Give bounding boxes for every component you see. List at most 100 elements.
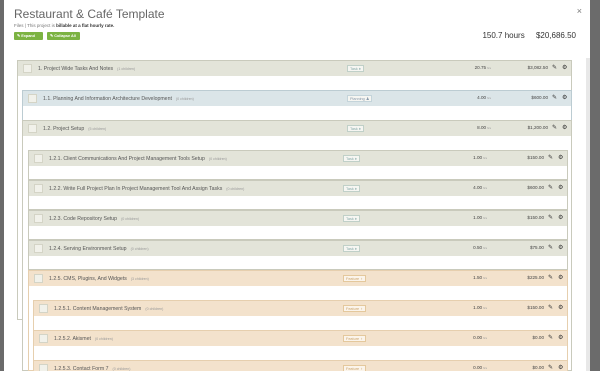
row-checkbox[interactable]: [34, 214, 43, 223]
task-row-header[interactable]: 1.1. Planning And Information Architectu…: [23, 91, 571, 106]
hours-unit: hrs: [483, 306, 487, 310]
task-row-header[interactable]: 1.2.5.3. Contact Form 7 (0 children) Featu…: [34, 361, 567, 371]
subtitle-bold: billable at a flat hourly rate.: [56, 23, 115, 28]
type-icon: ♦: [354, 157, 357, 161]
task-row-header[interactable]: 1.2.2. Write Full Project Plan In Projec…: [29, 181, 567, 196]
children-count: (0 children): [145, 306, 164, 311]
edit-icon[interactable]: ✎: [548, 304, 553, 313]
gear-icon[interactable]: ⚙: [562, 64, 567, 73]
task-row-header[interactable]: 1.2.5.2. Akismet (0 children) Feature ♀ 0.0…: [34, 331, 567, 346]
type-label: Feature: [346, 367, 360, 371]
row-checkbox[interactable]: [23, 64, 32, 73]
type-icon: ♦: [354, 217, 357, 221]
task-row-body: [29, 256, 567, 269]
row-checkbox[interactable]: [34, 154, 43, 163]
row-checkbox[interactable]: [34, 274, 43, 283]
children-count: (0 children): [121, 216, 140, 221]
hours-value: 0.50: [473, 245, 483, 250]
gear-icon[interactable]: ⚙: [562, 94, 567, 103]
task-row-header[interactable]: 1.2.3. Code Repository Setup (0 children)…: [29, 211, 567, 226]
edit-icon[interactable]: ✎: [548, 154, 553, 163]
task-hours: 0.00hrs: [457, 365, 487, 370]
task-hours: 4.00hrs: [457, 185, 487, 190]
task-cost: $75.00: [529, 245, 544, 250]
type-badge: Feature ♀: [343, 365, 367, 371]
gear-icon[interactable]: ⚙: [562, 124, 567, 133]
row-checkbox[interactable]: [28, 124, 37, 133]
task-hours: 1.50hrs: [457, 275, 487, 280]
task-row: 1.2.2. Write Full Project Plan In Projec…: [28, 180, 568, 210]
type-icon: ♦: [358, 67, 361, 71]
task-row-header[interactable]: 1.2.5.1. Content Management System (0 chi…: [34, 301, 567, 316]
gear-icon[interactable]: ⚙: [558, 214, 563, 223]
modal-title: Restaurant & Café Template: [14, 7, 165, 21]
row-checkbox[interactable]: [39, 364, 48, 371]
hours-unit: hrs: [483, 366, 487, 370]
edit-icon[interactable]: ✎: [548, 274, 553, 283]
row-checkbox[interactable]: [34, 244, 43, 253]
hours-value: 1.00: [473, 155, 483, 160]
children-count: (1 children): [117, 66, 136, 71]
row-checkbox[interactable]: [39, 304, 48, 313]
edit-icon[interactable]: ✎: [548, 184, 553, 193]
task-hours: 4.00hrs: [461, 95, 491, 100]
task-name: 1.2. Project Setup: [43, 125, 85, 132]
edit-icon[interactable]: ✎: [548, 244, 553, 253]
children-count: (0 children): [226, 186, 245, 191]
task-row-header[interactable]: 1.2. Project Setup (5 children) Task ♦ 8.00…: [23, 121, 571, 136]
type-label: Feature: [346, 277, 360, 281]
type-icon: ♦: [354, 247, 357, 251]
row-checkbox[interactable]: [34, 184, 43, 193]
scrollbar[interactable]: [586, 58, 590, 371]
task-cost: $600.00: [531, 95, 548, 100]
total-hours: 150.7 hours: [482, 31, 525, 40]
task-name: 1.2.5.1. Content Management System: [54, 305, 142, 312]
billing-info: Files | This project is billable at a fl…: [14, 23, 114, 28]
task-row-header[interactable]: 1.2.5. CMS, Plugins, And Widgets (3 child…: [29, 271, 567, 286]
task-name: 1.1. Planning And Information Architectu…: [43, 95, 172, 102]
type-icon: ♀: [360, 337, 364, 341]
children-count: (0 children): [175, 96, 194, 101]
task-hours: 1.00hrs: [457, 155, 487, 160]
gear-icon[interactable]: ⚙: [558, 364, 563, 371]
task-cost: $0.00: [532, 365, 545, 370]
children-count: (0 children): [112, 366, 131, 371]
task-row-header[interactable]: 1.2.4. Serving Environment Setup (0 child…: [29, 241, 567, 256]
expand-all-button[interactable]: ✎ Expand All: [14, 32, 43, 46]
close-icon[interactable]: ×: [577, 6, 582, 16]
task-cost: $150.00: [527, 215, 544, 220]
edit-icon[interactable]: ✎: [548, 214, 553, 223]
gear-icon[interactable]: ⚙: [558, 304, 563, 313]
hours-unit: hrs: [483, 156, 487, 160]
type-badge: Task ♦: [347, 65, 364, 72]
edit-icon[interactable]: ✎: [552, 124, 557, 133]
type-label: Task: [346, 187, 354, 191]
task-cost: $1,200.00: [527, 125, 548, 130]
task-row-body: [29, 166, 567, 179]
hours-value: 4.00: [477, 95, 487, 100]
task-name: 1. Project Wide Tasks And Notes: [38, 65, 114, 72]
gear-icon[interactable]: ⚙: [558, 154, 563, 163]
task-row: 1.2.1. Client Communications And Project…: [28, 150, 568, 180]
project-totals: 150.7 hours $20,686.50: [473, 31, 576, 40]
type-icon: ♀: [360, 307, 364, 311]
edit-icon[interactable]: ✎: [548, 364, 553, 371]
gear-icon[interactable]: ⚙: [558, 184, 563, 193]
gear-icon[interactable]: ⚙: [558, 334, 563, 343]
gear-icon[interactable]: ⚙: [558, 244, 563, 253]
task-cost: $225.00: [527, 275, 544, 280]
edit-icon[interactable]: ✎: [548, 334, 553, 343]
type-badge: Task ♦: [347, 125, 364, 132]
task-row-header[interactable]: 1.2.1. Client Communications And Project…: [29, 151, 567, 166]
edit-icon[interactable]: ✎: [552, 94, 557, 103]
type-label: Task: [346, 157, 354, 161]
edit-icon[interactable]: ✎: [552, 64, 557, 73]
gear-icon[interactable]: ⚙: [558, 274, 563, 283]
task-row-header[interactable]: 1. Project Wide Tasks And Notes (1 childr…: [18, 61, 571, 76]
type-badge: Task ♦: [343, 185, 360, 192]
row-checkbox[interactable]: [39, 334, 48, 343]
collapse-all-button[interactable]: ✎ Collapse All: [47, 32, 80, 40]
hours-unit: hrs: [483, 186, 487, 190]
row-checkbox[interactable]: [28, 94, 37, 103]
type-badge: Feature ♀: [343, 335, 367, 342]
